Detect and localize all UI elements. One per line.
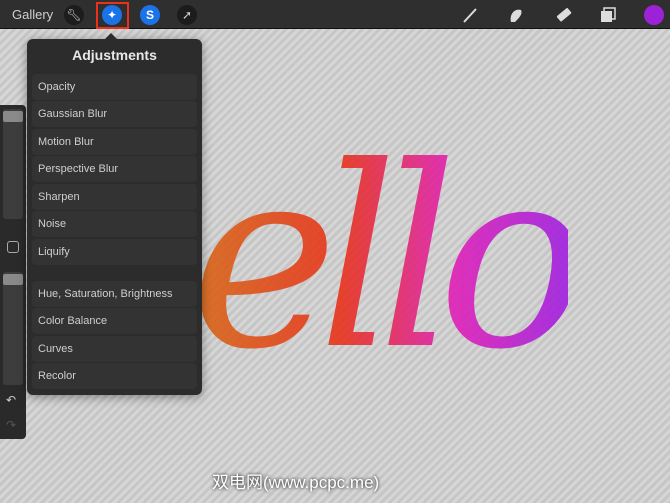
modify-button[interactable] bbox=[7, 241, 19, 253]
hello-lettering: ello bbox=[190, 109, 588, 409]
smudge-icon[interactable] bbox=[506, 5, 526, 25]
brush-icon[interactable] bbox=[460, 5, 480, 25]
magic-wand-icon[interactable]: ✦ bbox=[102, 5, 122, 25]
menu-item-gaussian-blur[interactable]: Gaussian Blur bbox=[32, 101, 197, 127]
brush-size-slider[interactable] bbox=[3, 109, 23, 219]
layers-icon[interactable] bbox=[598, 5, 618, 25]
menu-item-hsb[interactable]: Hue, Saturation, Brightness bbox=[32, 281, 197, 307]
slider-knob[interactable] bbox=[3, 274, 23, 285]
eraser-icon[interactable] bbox=[553, 5, 573, 25]
menu-item-liquify[interactable]: Liquify bbox=[32, 239, 197, 265]
menu-item-sharpen[interactable]: Sharpen bbox=[32, 184, 197, 210]
watermark: 双电网(www.pcpc.me) bbox=[212, 473, 380, 492]
top-toolbar: Gallery 🔧︎ ✦ S ➚ bbox=[0, 0, 670, 29]
wrench-icon[interactable]: 🔧︎ bbox=[64, 5, 84, 25]
sidebar: ↶ ↷ bbox=[0, 105, 26, 439]
opacity-slider[interactable] bbox=[3, 272, 23, 385]
panel-title: Adjustments bbox=[72, 47, 157, 63]
menu-item-noise[interactable]: Noise bbox=[32, 211, 197, 237]
color-picker-button[interactable] bbox=[644, 5, 664, 25]
menu-item-motion-blur[interactable]: Motion Blur bbox=[32, 129, 197, 155]
arrow-transform-icon[interactable]: ➚ bbox=[177, 5, 197, 25]
menu-item-curves[interactable]: Curves bbox=[32, 336, 197, 362]
redo-icon[interactable]: ↷ bbox=[6, 418, 16, 432]
menu-item-opacity[interactable]: Opacity bbox=[32, 74, 197, 100]
menu-item-perspective-blur[interactable]: Perspective Blur bbox=[32, 156, 197, 182]
menu-item-recolor[interactable]: Recolor bbox=[32, 363, 197, 389]
gallery-button[interactable]: Gallery bbox=[12, 7, 53, 22]
adjustments-panel: Adjustments Opacity Gaussian Blur Motion… bbox=[27, 33, 202, 395]
menu-item-color-balance[interactable]: Color Balance bbox=[32, 308, 197, 334]
selection-icon[interactable]: S bbox=[140, 5, 160, 25]
undo-icon[interactable]: ↶ bbox=[6, 393, 16, 407]
slider-knob[interactable] bbox=[3, 111, 23, 122]
